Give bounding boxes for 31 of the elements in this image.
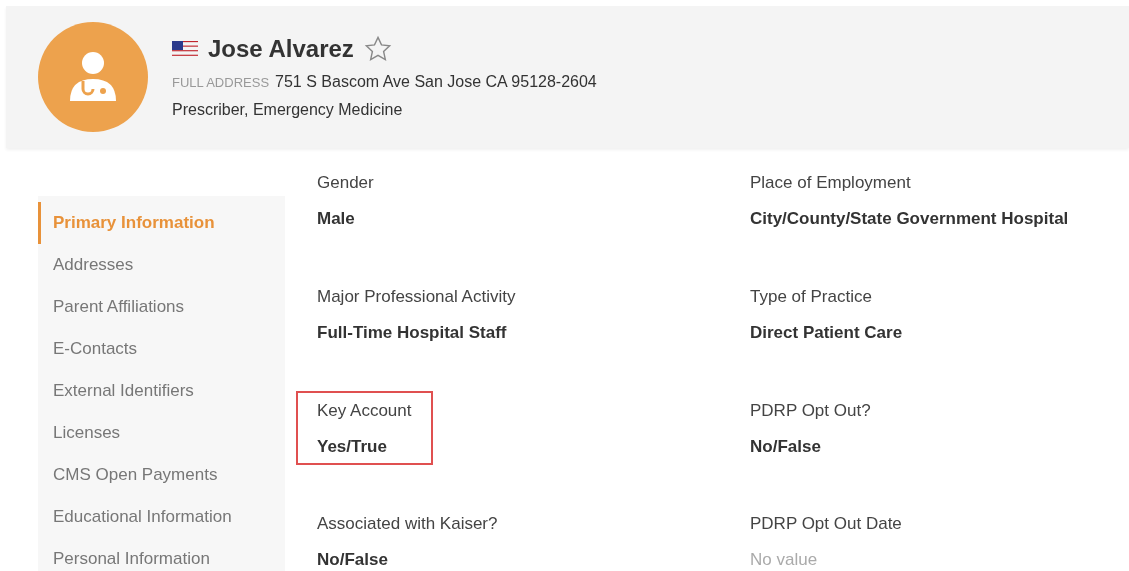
field-value: Direct Patient Care: [750, 322, 903, 343]
sidebar-item[interactable]: Licenses: [38, 412, 285, 454]
field-label: PDRP Opt Out Date: [750, 514, 902, 535]
role-text: Prescriber, Emergency Medicine: [172, 101, 404, 119]
sidebar-item[interactable]: CMS Open Payments: [38, 454, 285, 496]
field-label: Key Account: [317, 400, 412, 421]
field-value: No/False: [750, 436, 822, 457]
field-label: Gender: [317, 173, 374, 193]
sidebar-item[interactable]: Primary Information: [38, 202, 285, 244]
field-label: PDRP Opt Out?: [750, 400, 871, 421]
field-label: Type of Practice: [750, 286, 873, 307]
field-value: Full-Time Hospital Staff: [317, 322, 508, 343]
field-value: No/False: [317, 550, 389, 571]
star-icon[interactable]: [363, 35, 392, 63]
field-label: Place of Employment: [750, 173, 912, 193]
field-value: Yes/True: [317, 436, 388, 457]
field-label: Associated with Kaiser?: [317, 514, 498, 535]
field-value: No value: [750, 550, 819, 571]
sidebar-item[interactable]: E-Contacts: [38, 328, 285, 370]
address-text: 751 S Bascom Ave San Jose CA 95128-2604: [275, 73, 597, 90]
sidebar-item[interactable]: External Identifiers: [38, 370, 285, 412]
sidebar-item[interactable]: Parent Affiliations: [38, 286, 285, 328]
field-value: Male: [317, 209, 356, 229]
sidebar-item[interactable]: Personal Information: [38, 538, 285, 571]
sidebar-item[interactable]: Addresses: [38, 244, 285, 286]
field-label: Major Professional Activity: [317, 286, 516, 307]
profile-name: Jose Alvarez: [208, 35, 354, 63]
us-flag-icon: [172, 41, 198, 57]
sidebar-item[interactable]: Educational Information: [38, 496, 285, 538]
address-label: FULL ADDRESS: [172, 75, 270, 90]
field-value: City/County/State Government Hospital: [750, 209, 1069, 229]
